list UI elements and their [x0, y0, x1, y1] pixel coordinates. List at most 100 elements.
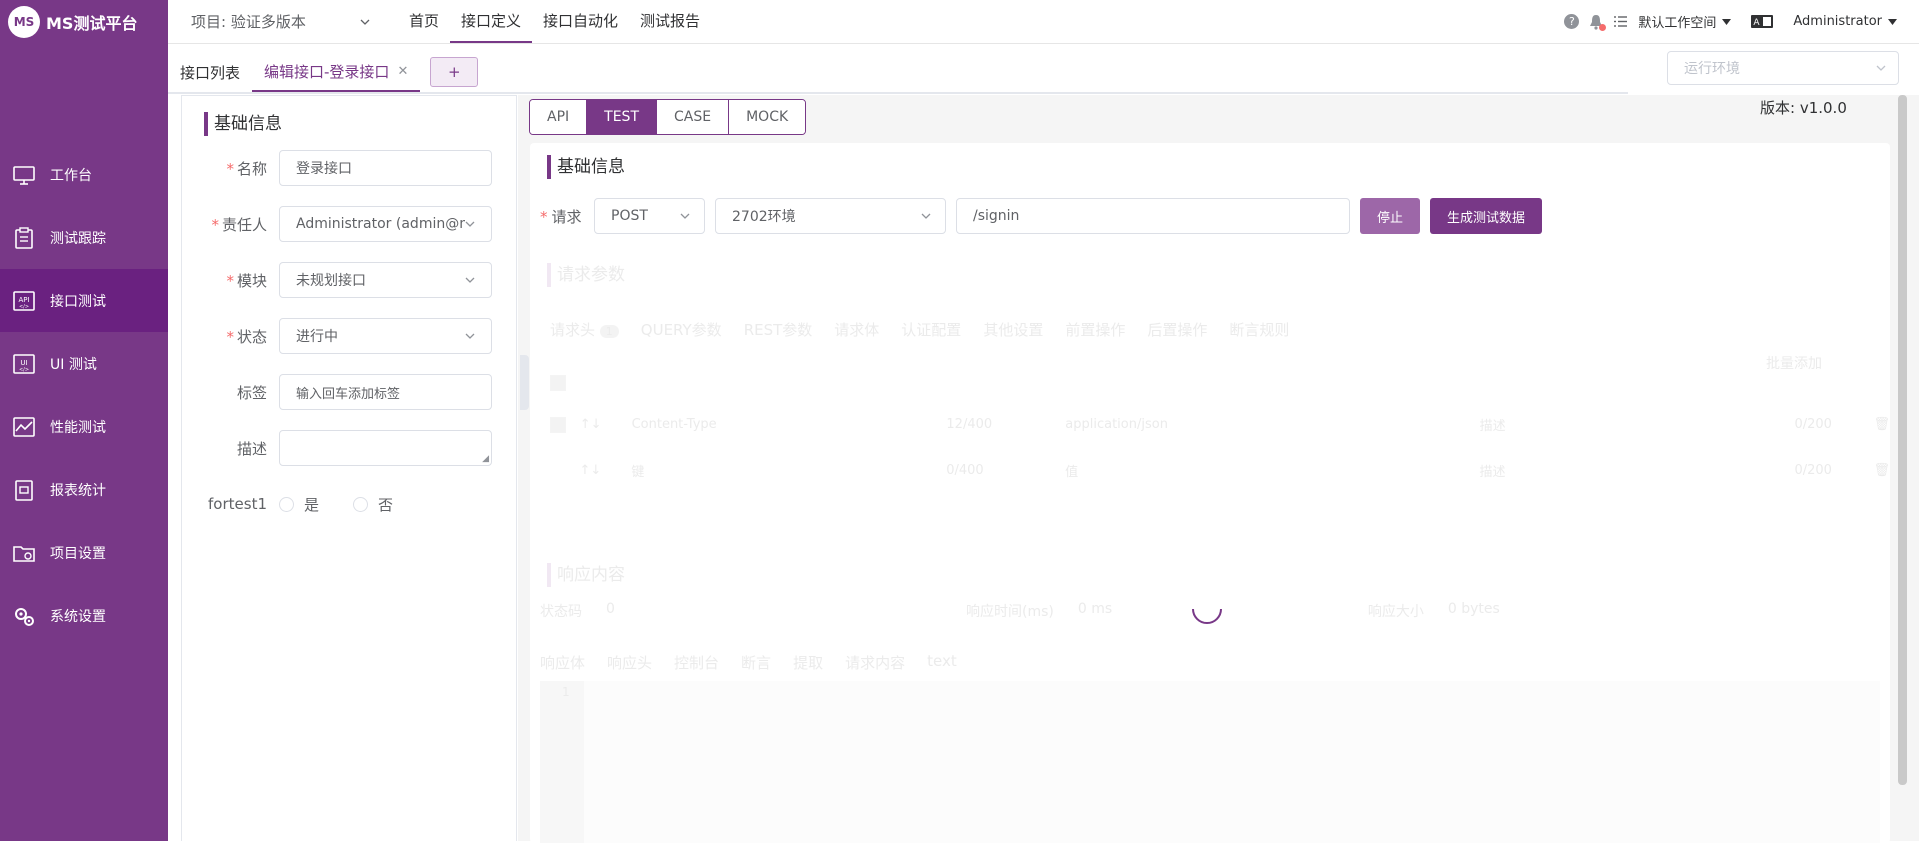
top-nav: 首页 接口定义 接口自动化 测试报告 — [398, 0, 711, 43]
tab-edit-api[interactable]: 编辑接口-登录接口 ✕ — [252, 52, 421, 92]
tab-post-operation[interactable]: 后置操作 — [1147, 319, 1207, 340]
scrollbar[interactable] — [1898, 95, 1907, 785]
tab-headers[interactable]: 请求头 1 — [550, 319, 619, 340]
tags-row: 标签 输入回车添加标签 — [182, 374, 518, 410]
tab-other-settings[interactable]: 其他设置 — [983, 319, 1043, 340]
header-value[interactable]: application/json — [1065, 417, 1409, 432]
radio-circle-icon — [279, 496, 294, 512]
tab-label: 接口列表 — [180, 63, 241, 82]
sort-arrows-icon[interactable]: ↑↓ — [580, 463, 602, 478]
sidebar-item-api-test[interactable]: API </> 接口测试 — [0, 269, 168, 332]
basic-info-panel: 基础信息 * 名称 登录接口 * 责任人 Administrator (admin@… — [181, 95, 517, 841]
stop-button[interactable]: 停止 — [1360, 198, 1421, 234]
help-icon[interactable]: ? — [1564, 14, 1580, 29]
tab-assertions[interactable]: 断言规则 — [1229, 319, 1289, 340]
caret-down-icon — [1722, 18, 1732, 25]
mode-tab-test[interactable]: TEST — [587, 100, 657, 134]
sidebar-item-ui-test[interactable]: UI </> UI 测试 — [0, 332, 168, 395]
mode-tab-api[interactable]: API — [530, 100, 588, 134]
sidebar-item-label: 性能测试 — [50, 419, 106, 436]
chevron-down-icon — [1876, 65, 1886, 71]
radio-no[interactable]: 否 — [353, 494, 393, 515]
chevron-down-icon — [921, 213, 931, 219]
tab-console[interactable]: 控制台 — [674, 652, 719, 673]
language-icon[interactable]: A — [1751, 15, 1774, 28]
header-row-2: ↑↓ 键 0/400 值 描述 0/200 🗑 — [550, 461, 1890, 480]
workspace-selector[interactable]: 默认工作空间 — [1638, 12, 1732, 31]
sidebar-item-report[interactable]: 报表统计 — [0, 458, 168, 521]
sidebar-item-workbench[interactable]: 工作台 — [0, 143, 168, 206]
close-icon[interactable]: ✕ — [397, 64, 408, 79]
header-desc-count: 0/200 — [1794, 463, 1832, 478]
run-environment-select[interactable]: 运行环境 — [1667, 51, 1899, 85]
top-nav-test-report[interactable]: 测试报告 — [629, 0, 711, 43]
header-key[interactable]: Content-Type — [632, 417, 947, 432]
trash-icon[interactable]: 🗑 — [1873, 417, 1890, 432]
header-desc[interactable]: 描述 — [1480, 461, 1795, 480]
mode-tabs: API TEST CASE MOCK — [529, 99, 807, 135]
format-select[interactable]: text — [927, 652, 957, 673]
params-title: 请求参数 — [547, 263, 625, 287]
generate-test-data-button[interactable]: 生成测试数据 — [1430, 198, 1543, 234]
panel-title: 基础信息 — [204, 112, 282, 136]
row-checkbox[interactable] — [550, 416, 566, 433]
select-all-checkbox[interactable] — [550, 375, 566, 391]
top-nav-api-automation[interactable]: 接口自动化 — [532, 0, 629, 43]
tab-response-headers[interactable]: 响应头 — [607, 652, 652, 673]
tab-api-list[interactable]: 接口列表 — [168, 52, 252, 92]
url-input[interactable]: /signin — [956, 198, 1350, 234]
tab-assertion[interactable]: 断言 — [741, 652, 771, 673]
response-editor[interactable]: 1 — [540, 681, 1880, 843]
editor-tabs: 接口列表 编辑接口-登录接口 ✕ + — [168, 52, 1628, 94]
trash-icon[interactable]: 🗑 — [1873, 463, 1890, 478]
method-select[interactable]: POST — [594, 198, 705, 234]
tab-rest[interactable]: REST参数 — [744, 319, 813, 340]
tags-label: 标签 — [236, 383, 267, 402]
tab-extract[interactable]: 提取 — [793, 652, 823, 673]
batch-add-link[interactable]: 批量添加 — [1766, 353, 1822, 373]
tags-input[interactable]: 输入回车添加标签 — [279, 374, 492, 410]
sort-arrows-icon[interactable]: ↑↓ — [580, 417, 602, 432]
chevron-down-icon — [465, 277, 475, 283]
mode-tab-mock[interactable]: MOCK — [729, 100, 806, 134]
header-value[interactable]: 值 — [1065, 461, 1409, 480]
sidebar-item-performance[interactable]: 性能测试 — [0, 395, 168, 458]
tab-query[interactable]: QUERY参数 — [641, 319, 722, 340]
user-menu[interactable]: Administrator — [1793, 14, 1897, 29]
environment-select[interactable]: 2702环境 — [715, 198, 946, 234]
module-select[interactable]: 未规划接口 — [279, 262, 492, 298]
ui-icon: UI </> — [12, 353, 36, 375]
tab-pre-operation[interactable]: 前置操作 — [1065, 319, 1125, 340]
svg-text:UI: UI — [20, 359, 27, 367]
tab-body[interactable]: 请求体 — [834, 319, 879, 340]
status-select[interactable]: 进行中 — [279, 318, 492, 354]
header-desc[interactable]: 描述 — [1480, 415, 1795, 434]
sidebar-item-test-track[interactable]: 测试跟踪 — [0, 206, 168, 269]
tab-response-body[interactable]: 响应体 — [540, 652, 585, 673]
description-textarea[interactable]: ◢ — [279, 430, 492, 466]
project-name: 项目: 验证多版本 — [191, 13, 306, 31]
header-key[interactable]: 键 — [631, 461, 946, 480]
sidebar-nav: 工作台 测试跟踪 API </> 接口测试 UI </> UI 测试 性能测试 报表… — [0, 143, 168, 647]
radio-yes[interactable]: 是 — [279, 494, 319, 515]
sidebar-item-label: 系统设置 — [50, 608, 106, 625]
status-label: * 状态 — [226, 327, 267, 346]
panel-collapse-handle[interactable] — [520, 355, 529, 410]
owner-select[interactable]: Administrator (admin@m — [279, 206, 492, 242]
chevron-down-icon — [465, 221, 475, 227]
sidebar-item-system-settings[interactable]: 系统设置 — [0, 584, 168, 647]
mode-tab-case[interactable]: CASE — [657, 100, 730, 134]
name-input[interactable]: 登录接口 — [279, 150, 492, 186]
folder-settings-icon — [12, 542, 36, 564]
bell-icon[interactable] — [1589, 14, 1607, 31]
tab-request-content[interactable]: 请求内容 — [845, 652, 905, 673]
tab-auth[interactable]: 认证配置 — [901, 319, 961, 340]
sidebar-item-project-settings[interactable]: 项目设置 — [0, 521, 168, 584]
owner-label: * 责任人 — [211, 215, 267, 234]
response-size-label: 响应大小 — [1367, 604, 1424, 620]
top-nav-api-definition[interactable]: 接口定义 — [450, 0, 533, 43]
add-tab-button[interactable]: + — [430, 57, 479, 87]
top-nav-home[interactable]: 首页 — [398, 0, 450, 43]
project-selector[interactable]: 项目: 验证多版本 — [168, 11, 398, 32]
app-logo[interactable]: MS MS测试平台 — [0, 0, 168, 44]
